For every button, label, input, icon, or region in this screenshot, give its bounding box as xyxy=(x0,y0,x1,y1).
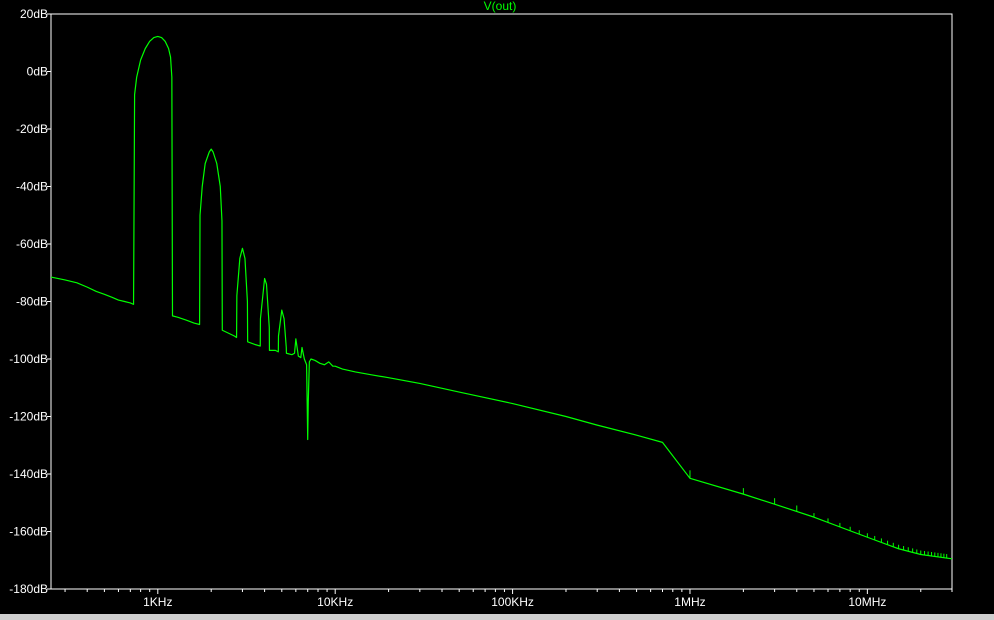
plot-background xyxy=(0,0,994,620)
bottom-scrollbar-strip xyxy=(0,614,994,620)
y-tick-label: 0dB xyxy=(27,65,48,79)
y-tick-label: -100dB xyxy=(9,352,48,366)
x-tick-label: 1KHz xyxy=(143,595,172,609)
x-tick-label: 10KHz xyxy=(317,595,353,609)
y-tick-label: -140dB xyxy=(9,467,48,481)
chart-title: V(out) xyxy=(484,0,517,13)
y-tick-label: 20dB xyxy=(20,7,48,21)
x-tick-label: 100KHz xyxy=(491,595,534,609)
y-tick-label: -60dB xyxy=(16,237,48,251)
y-tick-label: -120dB xyxy=(9,410,48,424)
y-tick-label: -20dB xyxy=(16,122,48,136)
x-tick-label: 10MHz xyxy=(848,595,886,609)
y-tick-label: -180dB xyxy=(9,582,48,596)
y-tick-label: -80dB xyxy=(16,295,48,309)
x-tick-label: 1MHz xyxy=(674,595,705,609)
y-tick-label: -160dB xyxy=(9,525,48,539)
frequency-response-chart: V(out) 20dB 0dB -20dB -40dB -60dB -80dB -100dB… xyxy=(0,0,994,620)
y-tick-label: -40dB xyxy=(16,180,48,194)
